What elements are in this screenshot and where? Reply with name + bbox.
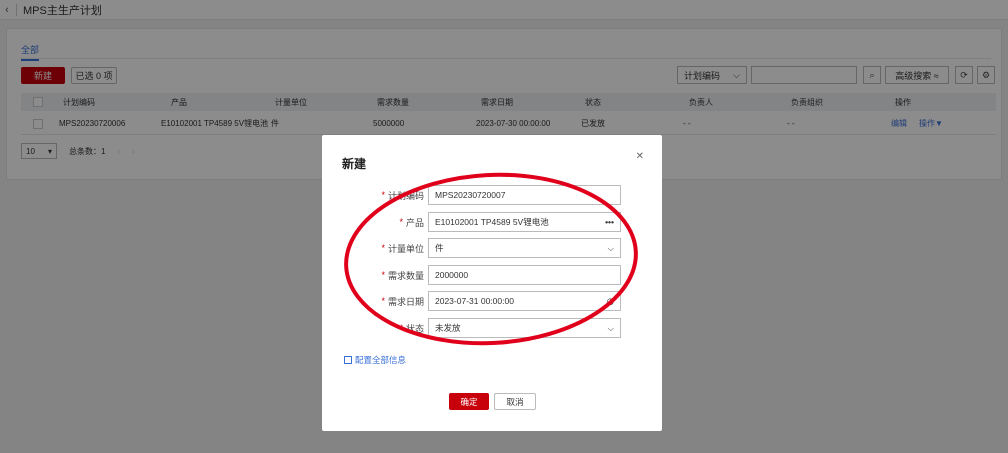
cancel-button[interactable]: 取消: [494, 393, 536, 410]
config-all-info-link[interactable]: 配置全部信息: [344, 354, 406, 366]
red-annotation-circle: [344, 172, 638, 346]
confirm-button[interactable]: 确定: [449, 393, 489, 410]
edit-icon: [344, 356, 352, 364]
config-all-info-label: 配置全部信息: [355, 355, 407, 365]
close-icon[interactable]: ✕: [636, 151, 644, 162]
